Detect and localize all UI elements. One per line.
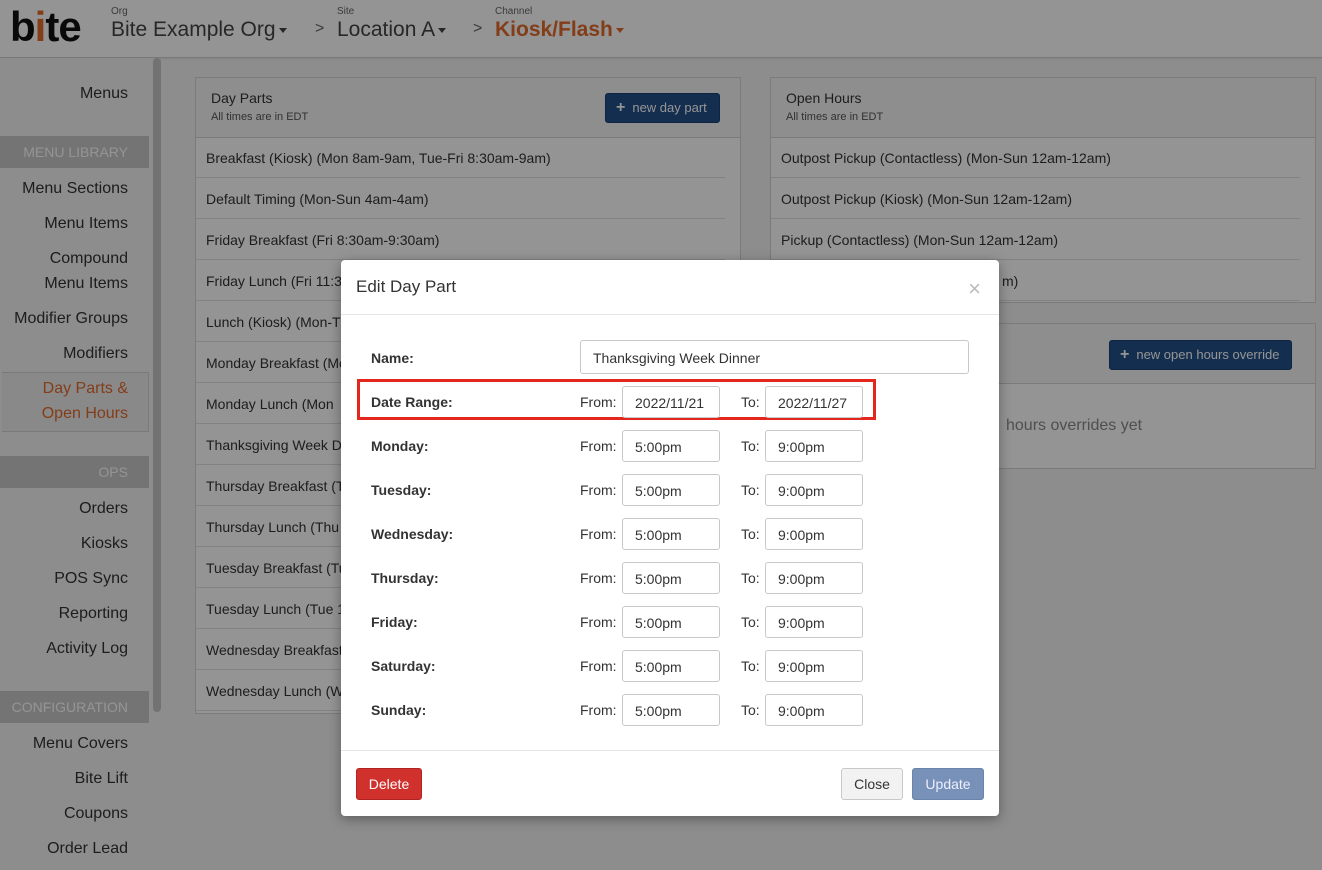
tuesday-to-label: To: [741,482,760,498]
wednesday-label: Wednesday: [371,526,454,542]
sunday-to-label: To: [741,702,760,718]
date-range-label: Date Range: [371,394,453,410]
edit-day-part-modal: Edit Day Part × Name: Thanksgiving Week … [341,260,999,816]
name-input[interactable]: Thanksgiving Week Dinner [580,340,969,374]
monday-from-label: From: [580,438,617,454]
saturday-label: Saturday: [371,658,436,674]
close-icon[interactable]: × [968,278,981,300]
sunday-from-label: From: [580,702,617,718]
tuesday-from-input[interactable]: 5:00pm [622,474,720,506]
thursday-to-input[interactable]: 9:00pm [765,562,863,594]
saturday-to-label: To: [741,658,760,674]
delete-button[interactable]: Delete [356,768,422,800]
wednesday-to-input[interactable]: 9:00pm [765,518,863,550]
close-button[interactable]: Close [841,768,903,800]
modal-header: Edit Day Part × [341,260,999,315]
friday-from-input[interactable]: 5:00pm [622,606,720,638]
saturday-to-input[interactable]: 9:00pm [765,650,863,682]
date-range-to-input[interactable]: 2022/11/27 [765,386,863,418]
thursday-label: Thursday: [371,570,439,586]
saturday-from-input[interactable]: 5:00pm [622,650,720,682]
monday-to-label: To: [741,438,760,454]
tuesday-from-label: From: [580,482,617,498]
thursday-to-label: To: [741,570,760,586]
sunday-from-input[interactable]: 5:00pm [622,694,720,726]
date-range-from-label: From: [580,394,617,410]
friday-from-label: From: [580,614,617,630]
tuesday-to-input[interactable]: 9:00pm [765,474,863,506]
modal-title: Edit Day Part [356,277,457,296]
monday-from-input[interactable]: 5:00pm [622,430,720,462]
sunday-label: Sunday: [371,702,427,718]
friday-label: Friday: [371,614,418,630]
sunday-to-input[interactable]: 9:00pm [765,694,863,726]
thursday-from-label: From: [580,570,617,586]
monday-to-input[interactable]: 9:00pm [765,430,863,462]
wednesday-from-label: From: [580,526,617,542]
date-range-to-label: To: [741,394,760,410]
tuesday-label: Tuesday: [371,482,432,498]
friday-to-label: To: [741,614,760,630]
saturday-from-label: From: [580,658,617,674]
monday-label: Monday: [371,438,429,454]
update-button[interactable]: Update [912,768,984,800]
date-range-from-input[interactable]: 2022/11/21 [622,386,720,418]
wednesday-to-label: To: [741,526,760,542]
modal-footer: Delete Close Update [341,750,999,817]
friday-to-input[interactable]: 9:00pm [765,606,863,638]
name-label: Name: [371,350,414,366]
thursday-from-input[interactable]: 5:00pm [622,562,720,594]
wednesday-from-input[interactable]: 5:00pm [622,518,720,550]
